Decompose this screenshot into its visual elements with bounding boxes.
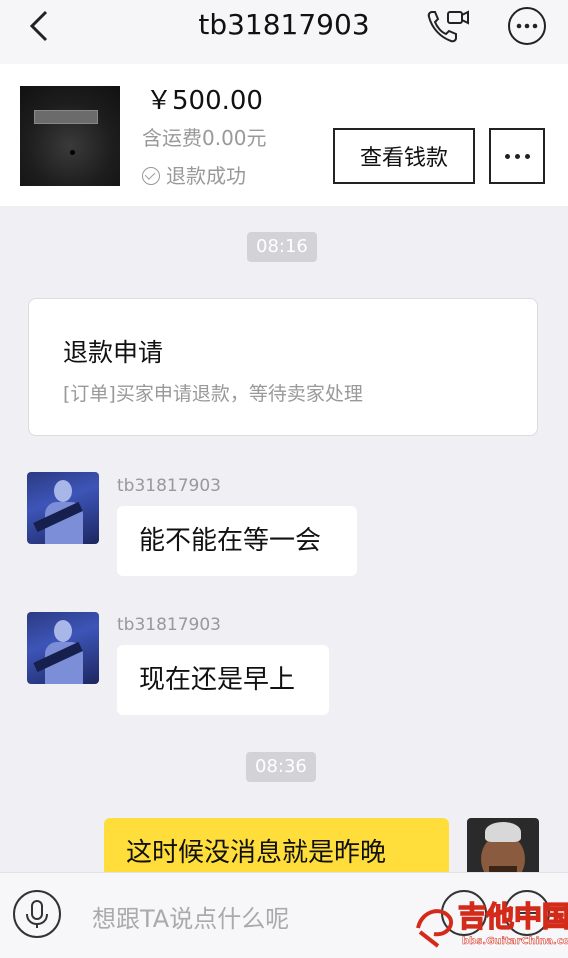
chat-title: tb31817903 [198, 8, 370, 41]
guitarchina-watermark: 吉他中国 bbs.GuitarChina.com [416, 899, 568, 948]
dot-icon [514, 153, 520, 159]
timestamp: 08:16 [247, 232, 317, 262]
phone-video-icon[interactable] [424, 6, 470, 46]
avatar-head [54, 620, 72, 642]
message-input[interactable]: 想跟TA说点什么呢 [92, 899, 289, 934]
product-dot [70, 150, 75, 155]
ellipsis-circle-icon[interactable] [507, 6, 547, 46]
top-bar: tb31817903 [0, 0, 568, 64]
timestamp: 08:36 [246, 752, 316, 782]
avatar[interactable] [27, 612, 99, 684]
sender-name: tb31817903 [117, 615, 221, 635]
view-payment-button[interactable]: 查看钱款 [333, 128, 475, 184]
check-circle-icon [142, 167, 160, 185]
more-options-button[interactable] [489, 128, 545, 184]
dot-icon [524, 153, 530, 159]
refund-card-text: [订单]买家申请退款，等待卖家处理 [63, 383, 363, 405]
refund-card-title: 退款申请 [63, 338, 164, 367]
avatar[interactable] [27, 472, 99, 544]
refund-status: 退款成功 [142, 160, 246, 189]
refund-request-card[interactable]: 退款申请 [订单]买家申请退款，等待卖家处理 [28, 298, 538, 436]
product-label-strip [34, 110, 98, 124]
message-bubble[interactable]: 能不能在等一会 [117, 506, 357, 576]
watermark-name: 吉他中国 [458, 900, 568, 933]
order-panel: ￥500.00 含运费0.00元 退款成功 查看钱款 [0, 64, 568, 206]
dot-icon [504, 153, 510, 159]
sender-name: tb31817903 [117, 476, 221, 496]
microphone-icon[interactable] [12, 889, 62, 939]
refund-status-label: 退款成功 [166, 164, 246, 188]
message-bubble[interactable]: 现在还是早上 [117, 645, 329, 715]
order-price: ￥500.00 [146, 86, 263, 116]
avatar-hair [485, 822, 521, 842]
product-thumbnail[interactable] [20, 86, 120, 186]
watermark-url: bbs.GuitarChina.com [462, 936, 568, 947]
shipping-fee: 含运费0.00元 [142, 126, 267, 150]
avatar-head [54, 480, 72, 502]
